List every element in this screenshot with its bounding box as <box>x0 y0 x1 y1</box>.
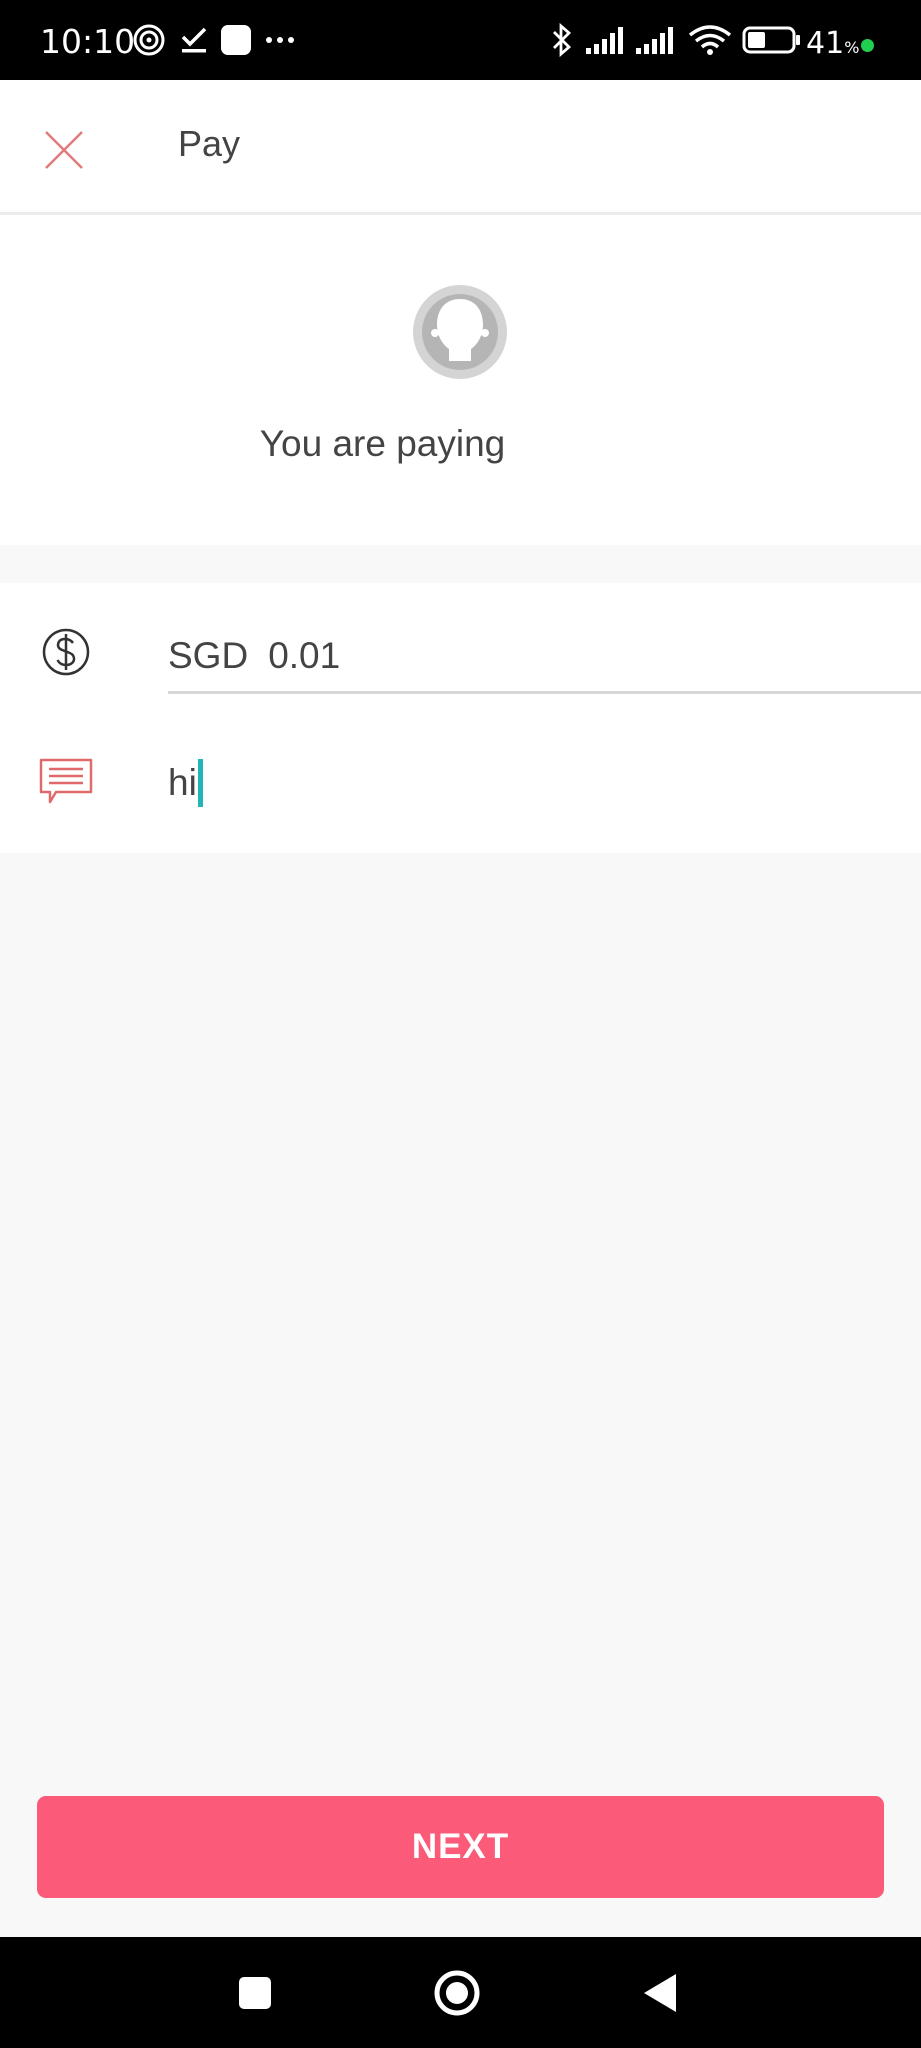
back-icon <box>644 1973 676 2012</box>
avatar-placeholder-icon <box>413 285 507 379</box>
app-icon <box>220 0 252 80</box>
signal-icon <box>586 0 630 80</box>
payee-section: You are paying <box>0 215 921 545</box>
next-button[interactable]: NEXT <box>37 1796 884 1898</box>
message-value: hi <box>168 762 197 803</box>
bluetooth-icon <box>551 0 573 80</box>
battery-percent: 41% <box>806 26 860 61</box>
paying-label-row: You are paying <box>0 423 921 465</box>
download-done-icon <box>180 0 208 80</box>
back-button[interactable] <box>635 1937 685 2048</box>
app-header: Pay <box>0 80 921 215</box>
battery-icon <box>742 0 802 80</box>
message-icon <box>38 754 94 810</box>
home-icon <box>434 1970 480 2015</box>
message-input[interactable]: hi <box>168 753 203 813</box>
paying-label: You are paying <box>259 423 506 464</box>
close-icon <box>45 131 83 169</box>
text-caret <box>197 759 203 807</box>
more-icon <box>265 0 295 80</box>
wifi-icon <box>688 0 732 80</box>
home-button[interactable] <box>432 1937 482 2048</box>
privacy-indicator-dot <box>861 39 874 52</box>
recents-icon <box>239 1976 271 2009</box>
avatar <box>413 285 507 379</box>
payment-form: SGD 0.01 hi <box>0 583 921 853</box>
close-button[interactable] <box>36 122 92 178</box>
page-title: Pay <box>178 123 241 164</box>
status-bar: 10:10 41% <box>0 0 921 80</box>
amount-input[interactable]: SGD 0.01 <box>168 621 921 694</box>
amount-value: 0.01 <box>268 635 341 676</box>
recents-button[interactable] <box>230 1937 280 2048</box>
hotspot-icon <box>132 0 166 80</box>
signal-icon <box>636 0 680 80</box>
system-nav-bar <box>0 1937 921 2048</box>
currency-code: SGD <box>168 635 249 676</box>
dollar-circle-icon <box>38 624 94 680</box>
status-time: 10:10 <box>40 22 136 61</box>
